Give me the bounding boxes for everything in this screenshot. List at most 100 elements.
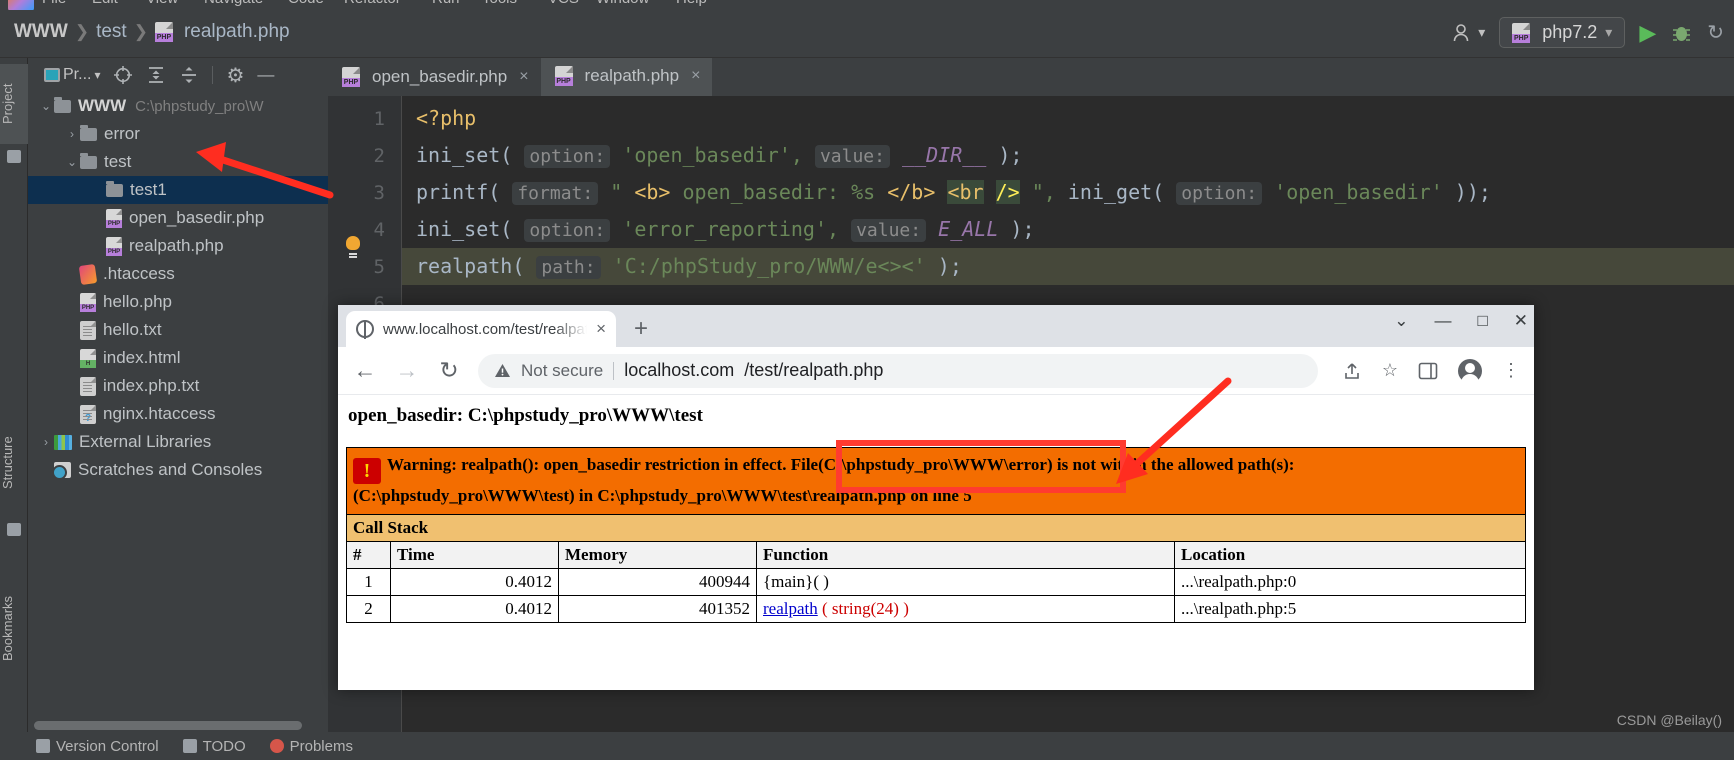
status-version-control[interactable]: Version Control: [36, 738, 159, 755]
bookmark-star-icon[interactable]: ☆: [1382, 360, 1398, 381]
hide-panel-icon[interactable]: —: [257, 65, 274, 85]
run-configuration-selector[interactable]: php7.2 ▾: [1499, 17, 1626, 48]
fn-name-link[interactable]: realpath: [763, 599, 818, 618]
debug-button[interactable]: [1670, 22, 1693, 44]
tree-item-realpath-php[interactable]: PHP realpath.php: [28, 232, 328, 260]
tree-item-hello-txt[interactable]: hello.txt: [28, 316, 328, 344]
menu-item-tools[interactable]: Tools: [482, 0, 517, 7]
tree-item-test1[interactable]: test1: [28, 176, 328, 204]
close-tab-icon[interactable]: ×: [596, 319, 606, 339]
tree-item-index-php-txt[interactable]: index.php.txt: [28, 372, 328, 400]
tree-item-htaccess[interactable]: .htaccess: [28, 260, 328, 288]
chevron-right-icon[interactable]: ›: [64, 127, 80, 141]
collapse-window-icon[interactable]: ⌄: [1394, 311, 1408, 331]
tree-item-label: External Libraries: [79, 432, 212, 451]
fn-args: ( ): [813, 571, 829, 591]
text-file-icon: [80, 320, 96, 340]
address-bar[interactable]: Not secure localhost.com/test/realpath.p…: [478, 353, 1318, 388]
status-version-control-label: Version Control: [56, 737, 159, 755]
tool-tab-structure[interactable]: Structure: [0, 418, 28, 508]
status-todo[interactable]: TODO: [182, 738, 246, 755]
line5-tail: );: [937, 254, 962, 278]
line-number: 2: [373, 145, 385, 167]
menu-item-refactor[interactable]: Refactor: [344, 0, 401, 7]
tree-item-scratches-and-consoles[interactable]: Scratches and Consoles: [28, 456, 328, 484]
param-hint-path: path:: [536, 256, 601, 279]
row-function: realpath ( string(24) ): [756, 594, 1175, 623]
tool-tab-project[interactable]: Project: [0, 64, 28, 144]
chevron-right-icon[interactable]: ›: [38, 435, 54, 449]
project-tool-window: Pr... ▾ ⚙ — ⌄ WWW C:\phpstudy_pro\W › error ⌄…: [28, 58, 328, 673]
tree-item-hello-php[interactable]: PHP hello.php: [28, 288, 328, 316]
tree-item-nginx-htaccess[interactable]: ? nginx.htaccess: [28, 400, 328, 428]
maximize-window-icon[interactable]: □: [1477, 311, 1487, 331]
expand-all-icon[interactable]: [146, 65, 166, 85]
gear-icon[interactable]: ⚙: [226, 63, 244, 88]
menu-item-vcs[interactable]: VCS: [548, 0, 579, 7]
chevron-down-icon[interactable]: ⌄: [38, 99, 54, 113]
html-b-close: </b>: [887, 180, 936, 204]
line4-tail: );: [1010, 217, 1035, 241]
breadcrumb-file[interactable]: realpath.php: [184, 21, 290, 43]
row-num: 1: [346, 567, 391, 596]
menu-item-navigate[interactable]: Navigate: [204, 0, 263, 7]
back-button[interactable]: ←: [352, 357, 378, 384]
new-tab-button[interactable]: +: [634, 317, 648, 341]
user-account-button[interactable]: ▾: [1452, 23, 1485, 43]
minimize-window-icon[interactable]: —: [1434, 311, 1451, 331]
error-icon: [269, 739, 284, 753]
close-window-icon[interactable]: ✕: [1514, 311, 1528, 331]
menu-item-view[interactable]: View: [146, 0, 178, 7]
rerun-button[interactable]: ↻: [1707, 20, 1724, 45]
project-file-tree[interactable]: ⌄ WWW C:\phpstudy_pro\W › error ⌄ test test1 PHP…: [28, 92, 328, 484]
tree-item-label: hello.txt: [103, 320, 162, 339]
reload-button[interactable]: ↻: [436, 357, 462, 384]
menu-item-code[interactable]: Code: [288, 0, 324, 7]
printf-call: printf(: [416, 180, 501, 204]
php-file-icon: PHP: [80, 292, 96, 312]
tree-item-index-html[interactable]: Hindex.html: [28, 344, 328, 372]
project-view-dropdown[interactable]: Pr... ▾: [44, 66, 100, 84]
collapse-all-icon[interactable]: [179, 65, 199, 85]
browser-menu-icon[interactable]: ⋮: [1502, 360, 1520, 381]
col-header-memory: Memory: [558, 540, 757, 569]
ide-navigation-bar: WWW ❯ test ❯ realpath.php ▾ php7.2 ▾ ▶ ↻: [0, 10, 1734, 58]
menu-item-file[interactable]: File: [42, 0, 66, 7]
run-button[interactable]: ▶: [1639, 20, 1656, 46]
crosshair-target-icon[interactable]: [113, 65, 133, 85]
editor-tab-realpath-php[interactable]: realpath.php ×: [540, 58, 713, 96]
ide-menu-bar[interactable]: File Edit View Navigate Code Refactor Ru…: [0, 0, 1734, 10]
tool-tab-bookmarks[interactable]: Bookmarks: [0, 578, 28, 678]
share-icon[interactable]: [1342, 361, 1362, 381]
ini-set-call: ini_set(: [416, 143, 513, 167]
format-quote-open: ": [610, 180, 623, 204]
editor-tab-bar[interactable]: open_basedir.php × realpath.php ×: [328, 58, 1734, 96]
editor-tab-open_basedir-php[interactable]: open_basedir.php ×: [328, 58, 541, 96]
status-problems[interactable]: Problems: [269, 738, 353, 755]
menu-item-help[interactable]: Help: [676, 0, 707, 7]
menu-item-run[interactable]: Run: [432, 0, 460, 7]
warning-text-line-2: (C:\phpstudy_pro\WWW\test) in C:\phpstud…: [353, 486, 972, 505]
tree-item-error[interactable]: › error: [28, 120, 328, 148]
close-tab-icon[interactable]: ×: [691, 67, 700, 85]
forward-button[interactable]: →: [394, 357, 420, 384]
row-function: {main}( ): [756, 567, 1175, 596]
run-configuration-label: php7.2: [1542, 22, 1598, 42]
tree-item-www[interactable]: ⌄ WWW C:\phpstudy_pro\W: [28, 92, 328, 120]
code-line-4: ini_set( option: 'error_reporting', valu…: [402, 211, 1734, 248]
menu-item-edit[interactable]: Edit: [92, 0, 118, 7]
tree-item-open-basedir-php[interactable]: PHP open_basedir.php: [28, 204, 328, 232]
close-tab-icon[interactable]: ×: [519, 68, 528, 86]
chevron-down-icon[interactable]: ⌄: [64, 155, 80, 169]
tree-item-external-libraries[interactable]: › External Libraries: [28, 428, 328, 456]
profile-avatar-icon[interactable]: [1458, 358, 1482, 384]
menu-item-window[interactable]: Window: [596, 0, 649, 7]
breadcrumb-folder[interactable]: test: [96, 21, 127, 43]
project-panel-horizontal-scrollbar[interactable]: [34, 721, 302, 730]
intention-bulb-icon[interactable]: [346, 236, 360, 255]
breadcrumb-root[interactable]: WWW: [14, 21, 68, 43]
chrome-browser-window: www.localhost.com/test/realpath.php × + …: [338, 305, 1534, 690]
side-panel-icon[interactable]: [1418, 362, 1438, 380]
tree-item-test[interactable]: ⌄ test: [28, 148, 328, 176]
browser-tab[interactable]: www.localhost.com/test/realpath.php ×: [346, 311, 616, 347]
